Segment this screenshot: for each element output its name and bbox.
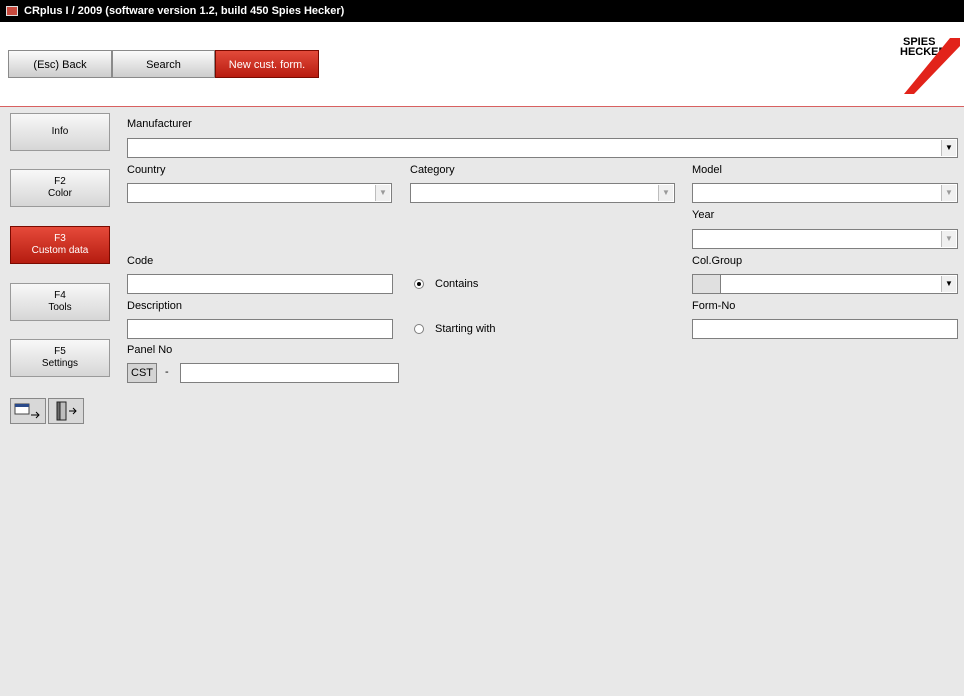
sidebar-item-label: Color: [48, 188, 72, 199]
export-icon: [14, 403, 40, 419]
logo-slash-icon: [904, 38, 960, 94]
door-exit-icon: [56, 401, 77, 421]
colgroup-label: Col.Group: [692, 255, 743, 267]
chevron-down-icon[interactable]: ▼: [941, 276, 956, 292]
category-label: Category: [410, 164, 455, 176]
title-bar: CRplus I / 2009 (software version 1.2, b…: [0, 0, 964, 22]
sidebar-item-label: Settings: [41, 358, 79, 369]
sidebar-item-label: Custom data: [31, 245, 89, 256]
description-input[interactable]: [127, 319, 393, 339]
sidebar-item-key: F4: [54, 290, 66, 301]
chevron-down-icon[interactable]: ▼: [941, 231, 956, 247]
category-select[interactable]: ▼: [410, 183, 675, 203]
chevron-down-icon[interactable]: ▼: [658, 185, 673, 201]
panel-prefix: CST: [127, 363, 157, 383]
app-icon: [6, 6, 18, 16]
country-select[interactable]: ▼: [127, 183, 392, 203]
sidebar-item-info[interactable]: Info: [10, 113, 110, 151]
manufacturer-label: Manufacturer: [127, 118, 192, 130]
colgroup-swatch: [692, 274, 720, 294]
starting-with-radio[interactable]: [414, 324, 424, 334]
colgroup-select[interactable]: ▼: [720, 274, 958, 294]
sidebar-item-key: F5: [54, 346, 66, 357]
back-button[interactable]: (Esc) Back: [8, 50, 112, 78]
export-button[interactable]: [10, 398, 46, 424]
chevron-down-icon[interactable]: ▼: [375, 185, 390, 201]
year-label: Year: [692, 209, 715, 221]
window-title: CRplus I / 2009 (software version 1.2, b…: [24, 5, 345, 17]
sidebar-item-label: Info: [51, 126, 69, 137]
sidebar-item-key: F3: [54, 233, 66, 244]
new-customer-form-button[interactable]: New cust. form.: [215, 50, 319, 78]
chevron-down-icon[interactable]: ▼: [941, 140, 956, 156]
code-label: Code: [127, 255, 154, 267]
code-input[interactable]: [127, 274, 393, 294]
formno-label: Form-No: [692, 300, 736, 312]
panel-no-input[interactable]: [180, 363, 399, 383]
chevron-down-icon[interactable]: ▼: [941, 185, 956, 201]
sidebar-item-custom-data[interactable]: F3 Custom data: [10, 226, 110, 264]
sidebar-item-key: F2: [54, 176, 66, 187]
model-select[interactable]: ▼: [692, 183, 958, 203]
sidebar-item-label: Tools: [48, 302, 72, 313]
year-select[interactable]: ▼: [692, 229, 958, 249]
formno-input[interactable]: [692, 319, 958, 339]
model-label: Model: [692, 164, 722, 176]
panel-no-label: Panel No: [127, 344, 173, 356]
sidebar-item-color[interactable]: F2 Color: [10, 169, 110, 207]
contains-radio[interactable]: [414, 279, 424, 289]
exit-button[interactable]: [48, 398, 84, 424]
description-label: Description: [127, 300, 183, 312]
country-label: Country: [127, 164, 166, 176]
toolbar: (Esc) Back Search New cust. form. SPIES …: [0, 22, 964, 107]
sidebar-item-settings[interactable]: F5 Settings: [10, 339, 110, 377]
sidebar-item-tools[interactable]: F4 Tools: [10, 283, 110, 321]
contains-label[interactable]: Contains: [435, 278, 478, 290]
manufacturer-select[interactable]: ▼: [127, 138, 958, 158]
panel-dash: -: [165, 366, 169, 378]
search-button[interactable]: Search: [112, 50, 215, 78]
starting-with-label[interactable]: Starting with: [435, 323, 496, 335]
